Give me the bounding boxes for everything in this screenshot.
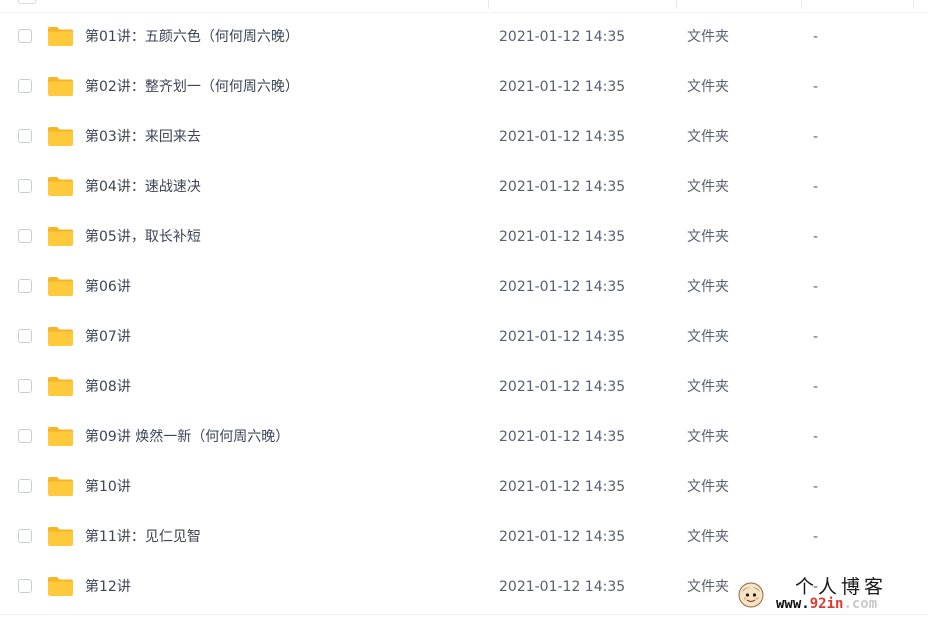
watermark-url-prefix: www. bbox=[776, 596, 810, 612]
file-type: 文件夹 bbox=[687, 429, 729, 445]
watermark-url-suffix: .com bbox=[843, 596, 878, 612]
file-row[interactable]: 第10讲 2021-01-12 14:35 文件夹 - bbox=[0, 462, 928, 512]
folder-icon[interactable] bbox=[47, 476, 74, 497]
file-size: - bbox=[813, 29, 819, 45]
file-row[interactable]: 第08讲 2021-01-12 14:35 文件夹 - bbox=[0, 362, 928, 412]
watermark: 个人博客 www.92in.com bbox=[734, 574, 926, 614]
file-row[interactable]: 第05讲，取长补短 2021-01-12 14:35 文件夹 - bbox=[0, 212, 928, 262]
file-type: 文件夹 bbox=[687, 129, 729, 145]
modified-date: 2021-01-12 14:35 bbox=[499, 79, 626, 95]
file-name-link[interactable]: 第06讲 bbox=[85, 277, 131, 297]
modified-date: 2021-01-12 14:35 bbox=[499, 129, 626, 145]
file-size: - bbox=[813, 529, 819, 545]
modified-date: 2021-01-12 14:35 bbox=[499, 529, 626, 545]
file-type: 文件夹 bbox=[687, 529, 729, 545]
file-row[interactable]: 第03讲：来回来去 2021-01-12 14:35 文件夹 - bbox=[0, 112, 928, 162]
divider bbox=[0, 614, 928, 615]
column-divider[interactable] bbox=[801, 0, 802, 9]
file-row[interactable]: 第04讲：速战速决 2021-01-12 14:35 文件夹 - bbox=[0, 162, 928, 212]
file-size: - bbox=[813, 379, 819, 395]
column-divider[interactable] bbox=[913, 0, 914, 9]
modified-date: 2021-01-12 14:35 bbox=[499, 329, 626, 345]
file-size: - bbox=[813, 279, 819, 295]
row-checkbox[interactable] bbox=[18, 529, 32, 543]
folder-icon[interactable] bbox=[47, 426, 74, 447]
modified-date: 2021-01-12 14:35 bbox=[499, 29, 626, 45]
file-name-link[interactable]: 第10讲 bbox=[85, 477, 131, 497]
row-checkbox[interactable] bbox=[18, 429, 32, 443]
file-size: - bbox=[813, 179, 819, 195]
folder-icon[interactable] bbox=[47, 326, 74, 347]
file-name-link[interactable]: 第01讲：五颜六色（何何周六晚） bbox=[85, 27, 299, 47]
file-size: - bbox=[813, 479, 819, 495]
file-type: 文件夹 bbox=[687, 379, 729, 395]
file-type: 文件夹 bbox=[687, 79, 729, 95]
file-type: 文件夹 bbox=[687, 229, 729, 245]
file-type: 文件夹 bbox=[687, 29, 729, 45]
row-checkbox[interactable] bbox=[18, 229, 32, 243]
file-type: 文件夹 bbox=[687, 279, 729, 295]
file-name-link[interactable]: 第09讲 焕然一新（何何周六晚） bbox=[85, 427, 289, 447]
file-type: 文件夹 bbox=[687, 579, 729, 595]
folder-icon[interactable] bbox=[47, 126, 74, 147]
modified-date: 2021-01-12 14:35 bbox=[499, 579, 626, 595]
file-type: 文件夹 bbox=[687, 329, 729, 345]
row-checkbox[interactable] bbox=[18, 129, 32, 143]
file-type: 文件夹 bbox=[687, 479, 729, 495]
file-list: 第01讲：五颜六色（何何周六晚） 2021-01-12 14:35 文件夹 - 第02讲… bbox=[0, 12, 928, 612]
row-checkbox[interactable] bbox=[18, 29, 32, 43]
folder-icon[interactable] bbox=[47, 176, 74, 197]
file-size: - bbox=[813, 329, 819, 345]
modified-date: 2021-01-12 14:35 bbox=[499, 179, 626, 195]
file-name-link[interactable]: 第12讲 bbox=[85, 577, 131, 597]
select-all-checkbox[interactable] bbox=[18, 0, 36, 4]
row-checkbox[interactable] bbox=[18, 179, 32, 193]
folder-icon[interactable] bbox=[47, 576, 74, 597]
column-divider[interactable] bbox=[676, 0, 677, 9]
file-name-link[interactable]: 第07讲 bbox=[85, 327, 131, 347]
modified-date: 2021-01-12 14:35 bbox=[499, 279, 626, 295]
file-row[interactable]: 第09讲 焕然一新（何何周六晚） 2021-01-12 14:35 文件夹 - bbox=[0, 412, 928, 462]
row-checkbox[interactable] bbox=[18, 79, 32, 93]
file-size: - bbox=[813, 79, 819, 95]
folder-icon[interactable] bbox=[47, 76, 74, 97]
modified-date: 2021-01-12 14:35 bbox=[499, 229, 626, 245]
modified-date: 2021-01-12 14:35 bbox=[499, 429, 626, 445]
file-row[interactable]: 第07讲 2021-01-12 14:35 文件夹 - bbox=[0, 312, 928, 362]
row-checkbox[interactable] bbox=[18, 479, 32, 493]
file-row[interactable]: 第01讲：五颜六色（何何周六晚） 2021-01-12 14:35 文件夹 - bbox=[0, 12, 928, 62]
file-name-link[interactable]: 第05讲，取长补短 bbox=[85, 227, 201, 247]
modified-date: 2021-01-12 14:35 bbox=[499, 379, 626, 395]
file-size: - bbox=[813, 129, 819, 145]
file-type: 文件夹 bbox=[687, 179, 729, 195]
column-divider[interactable] bbox=[488, 0, 489, 9]
file-row[interactable]: 第06讲 2021-01-12 14:35 文件夹 - bbox=[0, 262, 928, 312]
folder-icon[interactable] bbox=[47, 526, 74, 547]
row-checkbox[interactable] bbox=[18, 329, 32, 343]
watermark-url-highlight: 92in bbox=[809, 596, 844, 612]
row-checkbox[interactable] bbox=[18, 379, 32, 393]
file-name-link[interactable]: 第08讲 bbox=[85, 377, 131, 397]
modified-date: 2021-01-12 14:35 bbox=[499, 479, 626, 495]
folder-icon[interactable] bbox=[47, 226, 74, 247]
file-size: - bbox=[813, 429, 819, 445]
row-checkbox[interactable] bbox=[18, 279, 32, 293]
watermark-url: www.92in.com bbox=[776, 595, 877, 613]
file-row[interactable]: 第02讲：整齐划一（何何周六晚） 2021-01-12 14:35 文件夹 - bbox=[0, 62, 928, 112]
file-size: - bbox=[813, 229, 819, 245]
folder-icon[interactable] bbox=[47, 276, 74, 297]
folder-icon[interactable] bbox=[47, 26, 74, 47]
file-row[interactable]: 第11讲：见仁见智 2021-01-12 14:35 文件夹 - bbox=[0, 512, 928, 562]
blog-avatar-logo bbox=[738, 582, 764, 608]
row-checkbox[interactable] bbox=[18, 579, 32, 593]
file-name-link[interactable]: 第03讲：来回来去 bbox=[85, 127, 201, 147]
file-name-link[interactable]: 第11讲：见仁见智 bbox=[85, 527, 201, 547]
folder-icon[interactable] bbox=[47, 376, 74, 397]
file-name-link[interactable]: 第02讲：整齐划一（何何周六晚） bbox=[85, 77, 299, 97]
file-name-link[interactable]: 第04讲：速战速决 bbox=[85, 177, 201, 197]
